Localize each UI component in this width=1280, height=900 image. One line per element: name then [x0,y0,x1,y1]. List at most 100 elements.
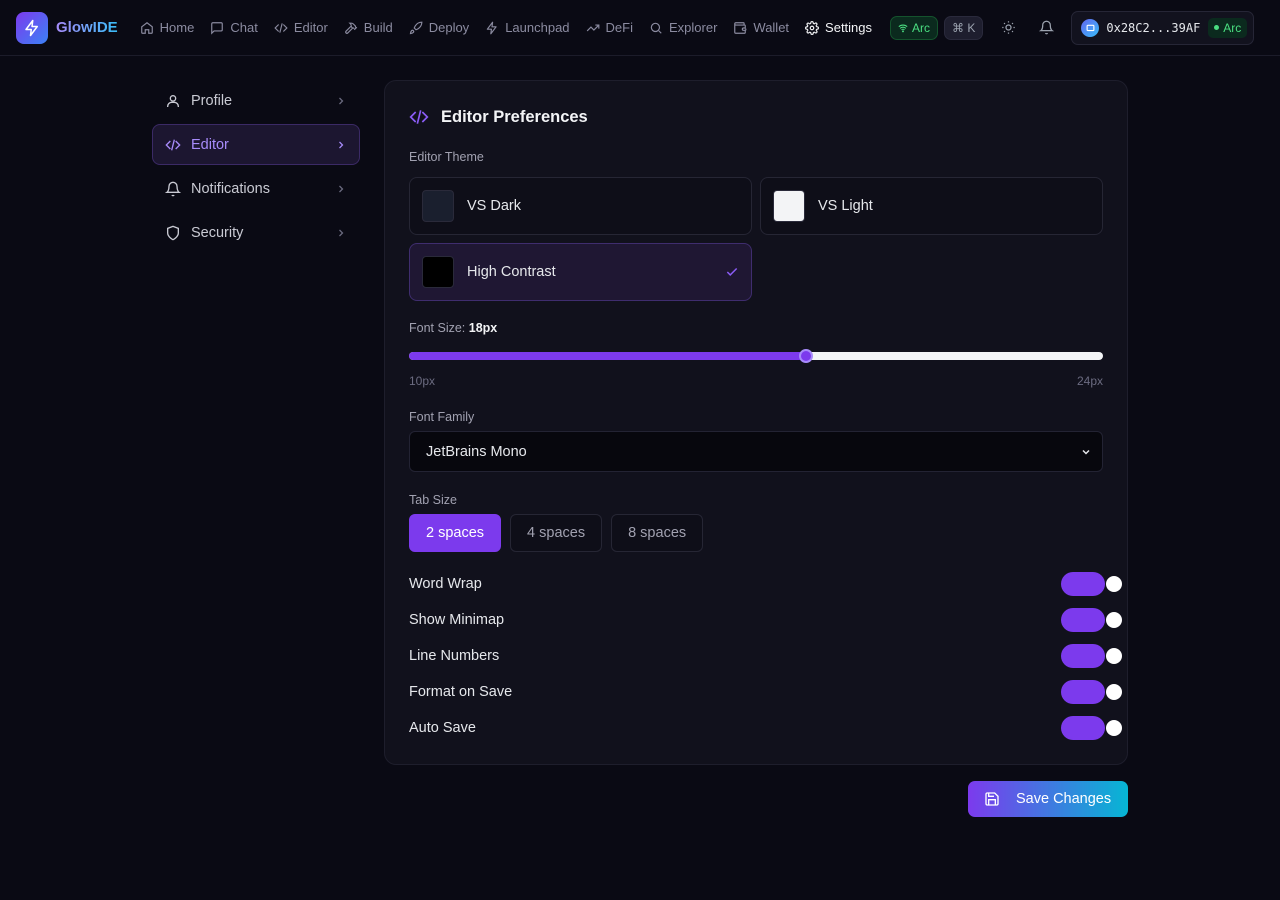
main-nav: Home Chat Editor Build Deploy Launchpad … [132,12,880,44]
nav-item-label: Explorer [668,20,718,35]
nav-item-home[interactable]: Home [132,12,203,44]
tab-size-label: Tab Size [409,493,457,507]
command-palette-shortcut[interactable]: ⌘ K [944,15,984,40]
nav-item-chat[interactable]: Chat [202,12,265,44]
wallet-button[interactable]: 0x28C2...39AF Arc [1071,10,1255,45]
theme-name: VS Dark [467,198,521,214]
status-dot [1214,25,1220,30]
trending-up-icon [586,24,599,31]
theme-name: High Contrast [467,264,556,280]
theme-name: VS Light [818,198,873,214]
top-nav-bar: GlowIDE Home Chat Editor Build Deploy La… [0,0,1280,56]
toggle-knob [1106,720,1122,736]
nav-item-label: Launchpad [505,20,570,35]
chevron-right-icon [339,229,344,236]
tab-size-4-button[interactable]: 4 spaces [510,514,603,552]
nav-item-explorer[interactable]: Explorer [641,12,725,44]
format-on-save-toggle[interactable] [1061,680,1122,704]
font-size-slider-track[interactable] [409,352,1103,360]
home-icon [140,21,153,34]
rocket-icon [409,21,423,34]
theme-option-vs-dark[interactable]: VS Dark [409,177,752,235]
nav-item-label: Deploy [428,20,470,35]
sidebar-item-profile[interactable]: Profile [152,80,360,121]
toggle-knob [1106,684,1122,700]
toggle-label: Line Numbers [409,648,500,664]
shortcut-label: ⌘ K [952,20,976,35]
tab-size-8-button[interactable]: 8 spaces [611,514,704,552]
theme-swatch [422,190,454,222]
shield-icon [167,225,179,240]
hammer-icon [344,22,358,34]
notifications-button[interactable] [1029,11,1063,45]
panel-title-text: Editor Preferences [441,107,588,126]
code-icon [409,110,429,124]
font-size-value: 18px [468,321,498,335]
search-icon [650,22,662,34]
nav-item-build[interactable]: Build [336,12,401,44]
zap-icon [486,21,497,34]
chevron-right-icon [339,141,344,148]
toggle-label: Format on Save [409,684,513,700]
nav-item-label: Editor [293,20,328,35]
sun-icon [1002,21,1015,34]
nav-item-label: Settings [825,20,873,35]
nav-item-deploy[interactable]: Deploy [401,12,477,44]
user-icon [167,94,179,107]
font-size-slider-thumb[interactable] [798,349,813,363]
nav-item-label: Home [159,20,195,35]
theme-swatch [422,256,454,288]
line-numbers-toggle[interactable] [1061,644,1122,668]
font-size-max: 24px [1076,374,1103,388]
sidebar-item-notifications[interactable]: Notifications [152,168,360,209]
logo[interactable] [16,11,48,44]
toggle-label: Word Wrap [409,576,482,592]
code-icon [274,22,288,33]
sidebar-item-security[interactable]: Security [152,212,360,253]
tab-size-2-button[interactable]: 2 spaces [409,514,502,552]
theme-swatch [773,190,805,222]
editor-preferences-panel: Editor Preferences Editor Theme VS Dark … [384,80,1128,765]
sidebar-item-label: Notifications [191,180,270,197]
nav-item-label: Wallet [753,20,790,35]
nav-item-editor[interactable]: Editor [266,12,336,44]
chat-icon [211,21,224,35]
brand-name[interactable]: GlowIDE [56,19,118,36]
lightning-icon [25,19,38,36]
toggle-label: Auto Save [409,720,476,736]
nav-item-defi[interactable]: DeFi [578,12,641,44]
theme-toggle-button[interactable] [991,11,1025,45]
font-size-slider-fill [409,352,806,360]
sidebar-item-label: Security [191,224,244,241]
font-size-label: Font Size: 18px [409,321,497,335]
toggle-knob [1106,648,1122,664]
gear-icon [805,20,819,35]
network-badge[interactable]: Arc [890,15,939,40]
bell-icon [165,181,181,196]
nav-item-settings[interactable]: Settings [797,12,880,44]
show-minimap-toggle[interactable] [1061,608,1122,632]
word-wrap-toggle[interactable] [1061,572,1122,596]
font-family-value: JetBrains Mono [426,443,527,460]
nav-item-launchpad[interactable]: Launchpad [477,12,577,44]
auto-save-toggle[interactable] [1061,716,1122,740]
bell-icon [1038,20,1054,35]
font-family-select[interactable]: JetBrains Mono [409,431,1103,472]
toggle-row-line-numbers: Line Numbers [409,643,1123,669]
wallet-address: 0x28C2...39AF [1106,20,1201,35]
nav-item-wallet[interactable]: Wallet [725,12,797,44]
toggle-knob [1106,612,1122,628]
save-changes-label: Save Changes [1016,791,1112,807]
theme-option-vs-light[interactable]: VS Light [760,177,1103,235]
wallet-icon [1086,24,1095,32]
sidebar-item-editor[interactable]: Editor [152,124,360,165]
save-icon [985,792,999,806]
theme-option-high-contrast[interactable]: High Contrast [409,243,752,301]
network-name: Arc [912,20,931,35]
wallet-avatar [1081,18,1100,37]
chevron-right-icon [339,185,344,192]
font-family-label: Font Family [409,410,475,424]
save-changes-button[interactable]: Save Changes [968,781,1128,817]
toggle-row-word-wrap: Word Wrap [409,571,1123,597]
toggle-row-auto-save: Auto Save [409,715,1123,741]
